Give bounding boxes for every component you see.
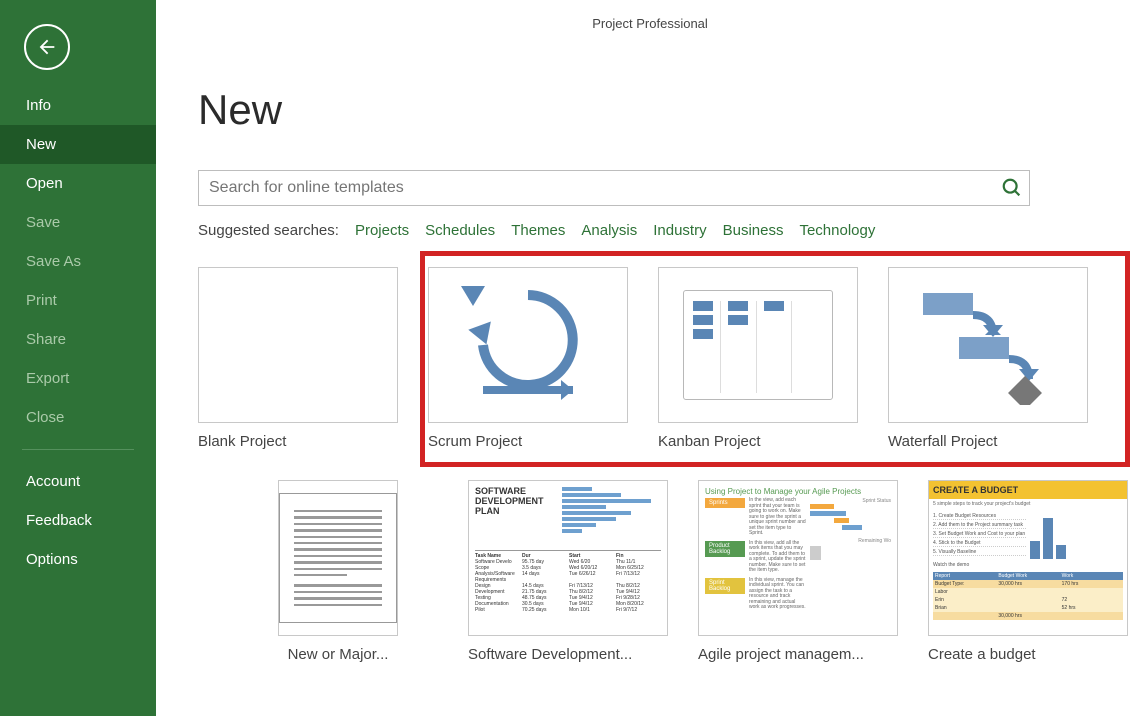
sidebar-item-export[interactable]: Export: [0, 359, 156, 398]
template-label: Blank Project: [198, 433, 398, 450]
sidebar-item-share[interactable]: Share: [0, 320, 156, 359]
search-icon[interactable]: [995, 177, 1029, 199]
document-icon: [279, 493, 397, 623]
template-label: Agile project managem...: [698, 646, 898, 663]
template-new-or-major[interactable]: New or Major...: [238, 480, 438, 663]
template-thumb: [198, 267, 398, 423]
template-thumb: SOFTWARE DEVELOPMENT PLAN Task NameDurSt…: [468, 480, 668, 636]
sidebar-item-feedback[interactable]: Feedback: [0, 501, 156, 540]
template-thumb: [888, 267, 1088, 423]
app-title: Project Professional: [156, 16, 1144, 31]
template-kanban-project[interactable]: Kanban Project: [658, 267, 858, 450]
suggested-link-projects[interactable]: Projects: [355, 222, 409, 239]
template-label: Scrum Project: [428, 433, 628, 450]
kanban-board-icon: [683, 290, 833, 400]
suggested-link-schedules[interactable]: Schedules: [425, 222, 495, 239]
sidebar-nav: Info New Open Save Save As Print Share E…: [0, 86, 156, 579]
sidebar-item-open[interactable]: Open: [0, 164, 156, 203]
template-create-budget[interactable]: CREATE A BUDGET 5 simple steps to track …: [928, 480, 1128, 663]
sidebar-item-info[interactable]: Info: [0, 86, 156, 125]
template-software-development[interactable]: SOFTWARE DEVELOPMENT PLAN Task NameDurSt…: [468, 480, 668, 663]
sidebar-item-account[interactable]: Account: [0, 462, 156, 501]
suggested-label: Suggested searches:: [198, 222, 339, 239]
template-label: New or Major...: [238, 646, 438, 663]
template-label: Kanban Project: [658, 433, 858, 450]
suggested-link-analysis[interactable]: Analysis: [581, 222, 637, 239]
main-area: Project Professional New Suggested searc…: [156, 0, 1144, 716]
template-scrum-project[interactable]: Scrum Project: [428, 267, 628, 450]
content-area: New Suggested searches: Projects Schedul…: [156, 14, 1144, 663]
template-thumb: [278, 480, 398, 636]
search-input[interactable]: [199, 179, 995, 197]
sidebar-item-print[interactable]: Print: [0, 281, 156, 320]
sidebar-item-save[interactable]: Save: [0, 203, 156, 242]
template-waterfall-project[interactable]: Waterfall Project: [888, 267, 1088, 450]
back-arrow-icon: [36, 36, 58, 58]
sidebar-item-new[interactable]: New: [0, 125, 156, 164]
template-thumb: [658, 267, 858, 423]
sidebar-item-options[interactable]: Options: [0, 540, 156, 579]
back-button[interactable]: [24, 24, 70, 70]
page-title: New: [198, 86, 1114, 134]
sidebar-item-save-as[interactable]: Save As: [0, 242, 156, 281]
template-agile-project[interactable]: Using Project to Manage your Agile Proje…: [698, 480, 898, 663]
suggested-link-industry[interactable]: Industry: [653, 222, 706, 239]
template-label: Waterfall Project: [888, 433, 1088, 450]
suggested-link-themes[interactable]: Themes: [511, 222, 565, 239]
sidebar-divider: [22, 449, 134, 450]
template-thumb: Using Project to Manage your Agile Proje…: [698, 480, 898, 636]
suggested-link-business[interactable]: Business: [723, 222, 784, 239]
agile-preview: Using Project to Manage your Agile Proje…: [699, 481, 897, 635]
suggested-link-technology[interactable]: Technology: [799, 222, 875, 239]
budget-preview: CREATE A BUDGET 5 simple steps to track …: [929, 481, 1127, 635]
template-label: Software Development...: [468, 646, 668, 663]
waterfall-icon: [913, 285, 1063, 405]
software-plan-preview: SOFTWARE DEVELOPMENT PLAN Task NameDurSt…: [469, 481, 667, 635]
scrum-cycle-icon: [453, 275, 603, 415]
search-box: [198, 170, 1030, 206]
template-thumb: [428, 267, 628, 423]
suggested-searches: Suggested searches: Projects Schedules T…: [198, 222, 1114, 239]
backstage-sidebar: Info New Open Save Save As Print Share E…: [0, 0, 156, 716]
sidebar-item-close[interactable]: Close: [0, 398, 156, 437]
template-blank-project[interactable]: Blank Project: [198, 267, 398, 450]
template-thumb: CREATE A BUDGET 5 simple steps to track …: [928, 480, 1128, 636]
template-grid: Blank Project Scrum Project: [198, 267, 1144, 663]
template-label: Create a budget: [928, 646, 1128, 663]
